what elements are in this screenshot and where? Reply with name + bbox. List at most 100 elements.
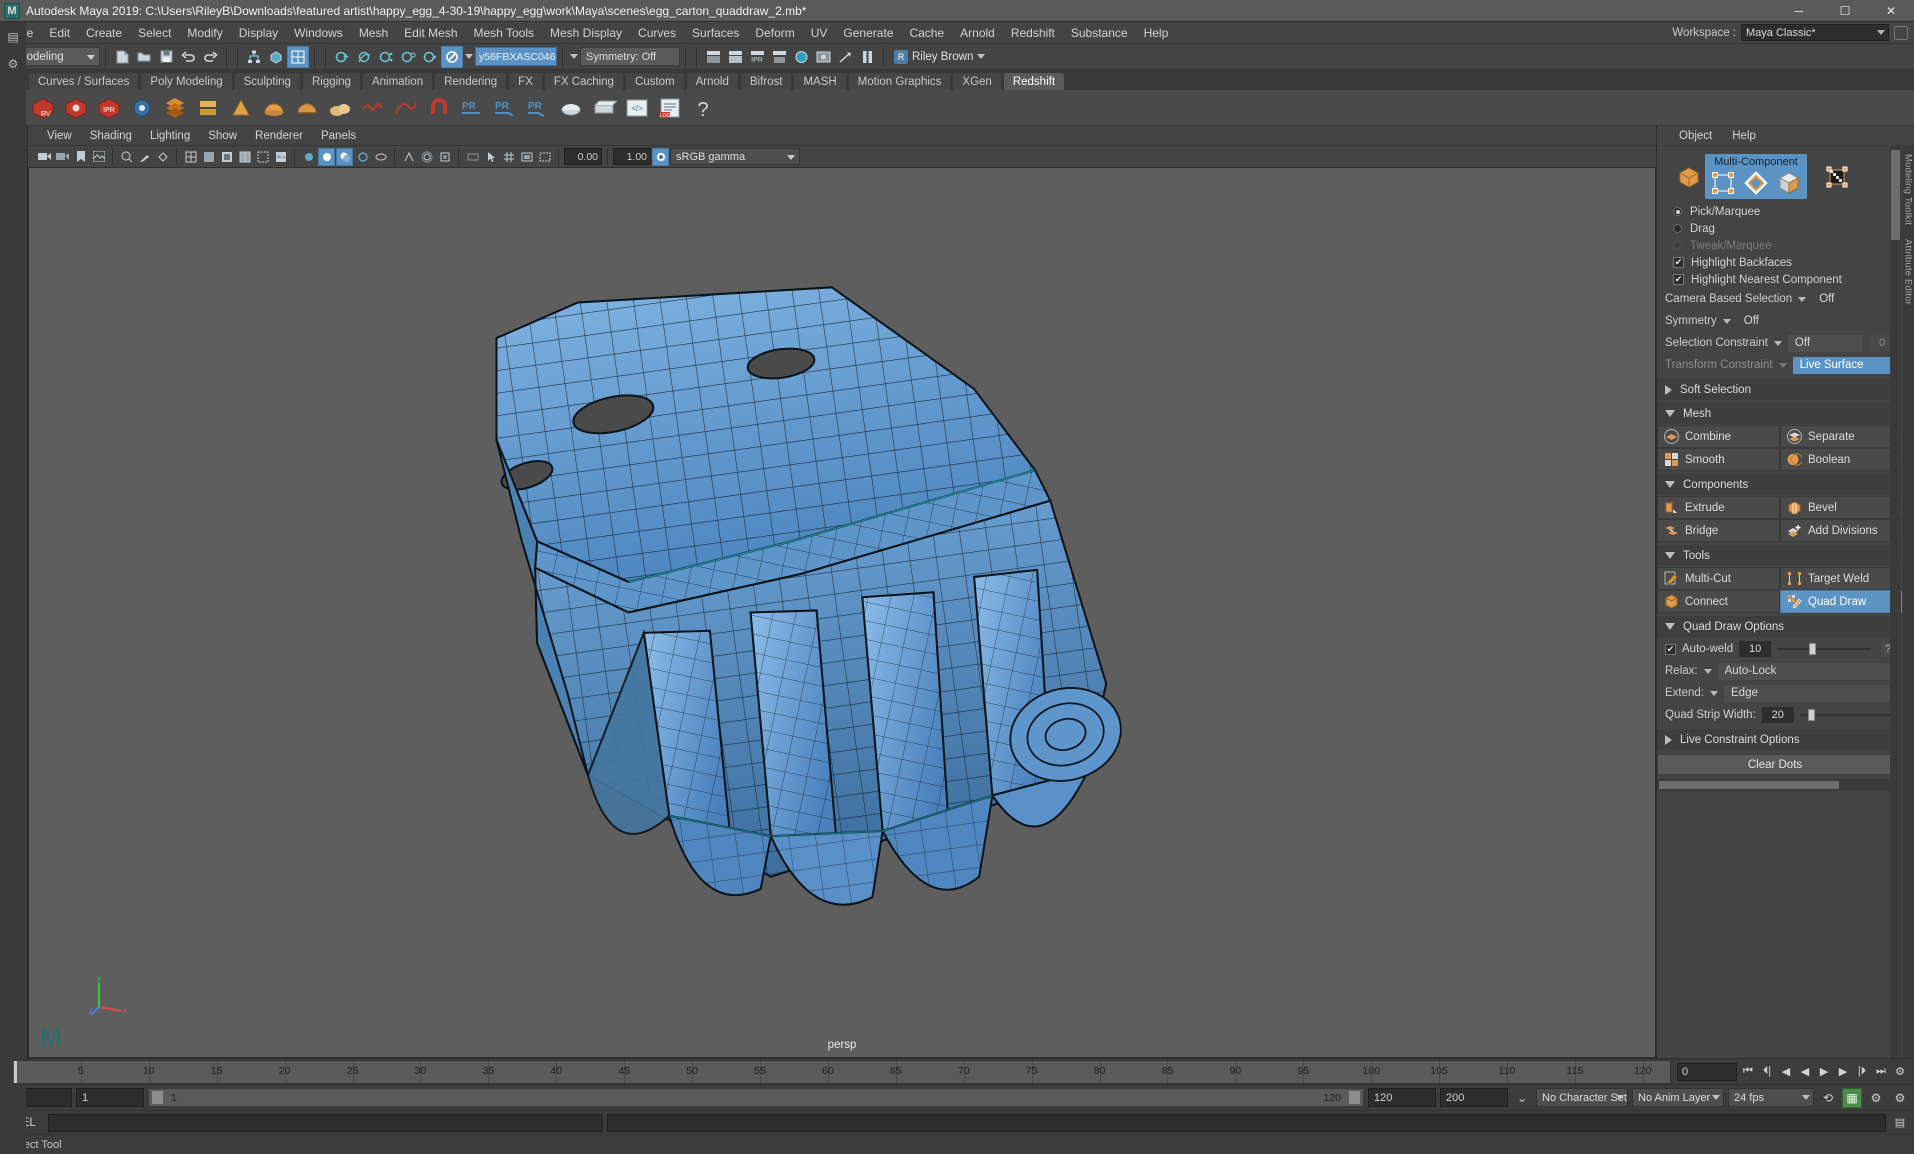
button-connect[interactable]: Connect	[1657, 590, 1780, 613]
menu-mesh-display[interactable]: Mesh Display	[542, 22, 630, 44]
grid-toggle-icon[interactable]	[500, 148, 517, 166]
viewport-menu-panels[interactable]: Panels	[312, 126, 365, 146]
multi-component-mode-group[interactable]: Multi-Component	[1705, 154, 1807, 199]
ao-icon[interactable]	[354, 148, 371, 166]
shelf-menu-icon[interactable]: ▤	[1, 25, 25, 49]
menu-edit-mesh[interactable]: Edit Mesh	[396, 22, 465, 44]
shelf-tab-rigging[interactable]: Rigging	[302, 72, 361, 90]
radio-drag[interactable]: Drag	[1657, 220, 1902, 237]
select-by-component-icon[interactable]	[287, 46, 309, 68]
grease-pencil-icon[interactable]	[136, 148, 153, 166]
wireframe-shading-icon[interactable]	[182, 148, 199, 166]
shelf-tab-motion-graphics[interactable]: Motion Graphics	[848, 72, 952, 90]
range-start-handle[interactable]	[151, 1090, 164, 1105]
menu-redshift[interactable]: Redshift	[1003, 22, 1063, 44]
animation-end-field[interactable]: 200	[1440, 1088, 1508, 1107]
current-frame-field[interactable]: 0	[1677, 1063, 1737, 1081]
shelf-tab-fx-caching[interactable]: FX Caching	[544, 72, 624, 90]
shelf-button-lights[interactable]	[193, 93, 223, 123]
play-forwards-icon[interactable]: ▶	[1816, 1063, 1832, 1081]
viewport-menu-view[interactable]: View	[38, 126, 81, 146]
menu-mesh[interactable]: Mesh	[351, 22, 396, 44]
shelf-button-sphere[interactable]	[226, 93, 256, 123]
shelf-tab-custom[interactable]: Custom	[625, 72, 685, 90]
ipr-render-icon[interactable]: IPR	[746, 46, 768, 68]
color-management-icon[interactable]	[652, 148, 669, 166]
two-d-pan-zoom-icon[interactable]	[118, 148, 135, 166]
shadows-icon[interactable]	[336, 148, 353, 166]
edge-mode-icon[interactable]	[1742, 170, 1770, 196]
redo-icon[interactable]	[199, 46, 221, 68]
animation-preferences-gear-icon[interactable]: ⚙	[1866, 1088, 1886, 1108]
button-bridge[interactable]: Bridge	[1657, 519, 1780, 542]
new-scene-icon[interactable]	[111, 46, 133, 68]
viewport-menu-show[interactable]: Show	[199, 126, 246, 146]
viewport-menu-lighting[interactable]: Lighting	[141, 126, 199, 146]
perspective-viewport[interactable]: y x z M persp	[28, 168, 1656, 1058]
menu-uv[interactable]: UV	[803, 22, 836, 44]
field-symmetry[interactable]: Symmetry Off	[1657, 310, 1902, 332]
texture-border-icon[interactable]	[254, 148, 271, 166]
shelf-button-pr-2[interactable]: PR	[490, 93, 520, 123]
section-quad-draw-options[interactable]: Quad Draw Options	[1657, 616, 1895, 637]
step-forward-frame-icon[interactable]: ▶	[1835, 1063, 1851, 1081]
menu-cache[interactable]: Cache	[901, 22, 952, 44]
hypershade-icon[interactable]	[790, 46, 812, 68]
snap-to-view-planes-icon[interactable]	[419, 46, 441, 68]
close-button[interactable]: ✕	[1868, 0, 1914, 21]
anim-layer-selector[interactable]: No Anim Layer	[1632, 1088, 1724, 1107]
redo-render-icon[interactable]	[724, 46, 746, 68]
character-set-selector[interactable]: No Character Set	[1536, 1088, 1628, 1107]
select-by-object-icon[interactable]	[265, 46, 287, 68]
step-back-frame-icon[interactable]: ◀	[1778, 1063, 1794, 1081]
animation-preferences-icon[interactable]: ⚙	[1892, 1063, 1908, 1081]
shelf-button-cloud[interactable]	[325, 93, 355, 123]
snap-to-projected-center-icon[interactable]	[397, 46, 419, 68]
button-multi-cut[interactable]: Multi-Cut	[1657, 567, 1780, 590]
shelf-tab-bifrost[interactable]: Bifrost	[740, 72, 793, 90]
select-by-hierarchy-icon[interactable]	[243, 46, 265, 68]
shelf-button-pr-3[interactable]: PR	[523, 93, 553, 123]
shelf-tab-animation[interactable]: Animation	[362, 72, 433, 90]
xray-icon[interactable]	[154, 148, 171, 166]
film-gate-icon[interactable]	[518, 148, 535, 166]
menu-generate[interactable]: Generate	[835, 22, 901, 44]
shelf-button-magnet[interactable]	[424, 93, 454, 123]
button-extrude[interactable]: Extrude	[1657, 496, 1780, 519]
scrollbar-thumb[interactable]	[1891, 150, 1900, 240]
shelf-tab-sculpting[interactable]: Sculpting	[234, 72, 301, 90]
button-boolean[interactable]: Boolean	[1780, 448, 1902, 471]
bookmark-icon[interactable]	[72, 148, 89, 166]
button-clear-dots[interactable]: Clear Dots	[1657, 754, 1893, 775]
live-surface-name-field[interactable]: y56FBXASC046001	[475, 47, 557, 66]
smooth-shade-all-icon[interactable]	[200, 148, 217, 166]
resolution-gate-icon[interactable]	[536, 148, 553, 166]
menu-edit[interactable]: Edit	[41, 22, 78, 44]
script-editor-icon[interactable]: ▤	[1890, 1113, 1910, 1133]
menu-select[interactable]: Select	[130, 22, 179, 44]
shelf-button-log-editor[interactable]: LOG	[655, 93, 685, 123]
user-account[interactable]: R Riley Brown	[889, 47, 990, 67]
shelf-button-rv[interactable]: RV	[28, 93, 58, 123]
shelf-button-script-editor[interactable]: </>	[622, 93, 652, 123]
shelf-button-dome-light[interactable]	[292, 93, 322, 123]
symmetry-dropdown-arrow[interactable]	[568, 47, 580, 67]
range-bar[interactable]: 1 120	[148, 1088, 1364, 1107]
isolate-select-icon[interactable]	[464, 148, 481, 166]
screen-space-ao-icon[interactable]	[436, 148, 453, 166]
button-quad-draw[interactable]: Quad Draw	[1780, 590, 1902, 613]
snap-to-grid-icon[interactable]	[331, 46, 353, 68]
maximize-button[interactable]: ☐	[1822, 0, 1868, 21]
menu-modify[interactable]: Modify	[179, 22, 230, 44]
panel-menu-object[interactable]: Object	[1669, 126, 1722, 146]
button-bevel[interactable]: Bevel	[1780, 496, 1902, 519]
menu-display[interactable]: Display	[231, 22, 286, 44]
shelf-tab-xgen[interactable]: XGen	[952, 72, 1001, 90]
display-textures-icon[interactable]	[272, 148, 289, 166]
shelf-options-icon[interactable]: ⚙	[1, 52, 25, 76]
menu-mesh-tools[interactable]: Mesh Tools	[466, 22, 542, 44]
shade-wireframe-icon[interactable]	[236, 148, 253, 166]
use-all-lights-icon[interactable]	[300, 148, 317, 166]
symmetry-field[interactable]: Symmetry: Off	[580, 47, 680, 66]
button-combine[interactable]: Combine	[1657, 425, 1780, 448]
